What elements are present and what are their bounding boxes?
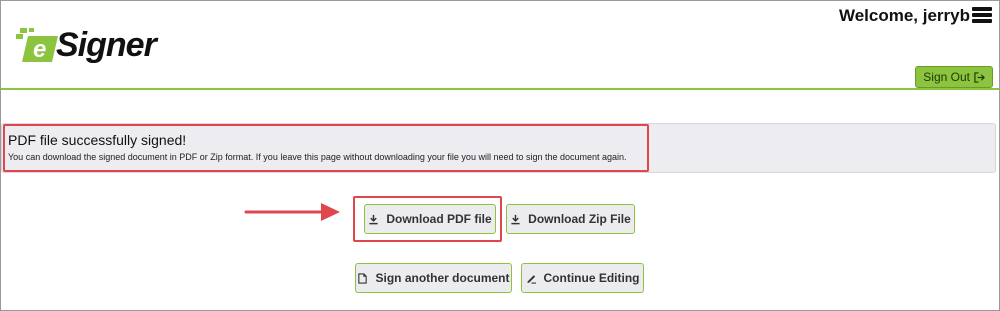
download-icon [511,214,520,224]
alert-message: You can download the signed document in … [8,152,627,162]
svg-text:e: e [33,36,46,63]
continue-editing-button[interactable]: Continue Editing [521,263,644,293]
header-divider [1,88,999,90]
sign-another-label: Sign another document [375,271,510,285]
download-icon [369,214,378,224]
esigner-logo: e Signer [14,26,164,66]
download-pdf-label: Download PDF file [386,212,492,226]
download-zip-button[interactable]: Download Zip File [506,204,635,234]
alert-title: PDF file successfully signed! [8,132,187,148]
logo-mark-icon: e [16,28,58,63]
hamburger-menu-icon[interactable] [972,7,992,23]
logo-text: Signer [56,26,157,64]
sign-out-icon [974,71,985,83]
continue-editing-label: Continue Editing [543,271,640,285]
document-icon [358,272,368,284]
annotation-arrow [244,203,340,221]
pencil-icon [526,274,536,284]
download-zip-label: Download Zip File [528,212,631,226]
welcome-text: Welcome, jerryb [838,6,970,25]
sign-another-document-button[interactable]: Sign another document [355,263,512,293]
sign-out-button[interactable]: Sign Out [915,66,993,88]
sign-out-label: Sign Out [923,70,970,84]
download-pdf-button[interactable]: Download PDF file [364,204,496,234]
